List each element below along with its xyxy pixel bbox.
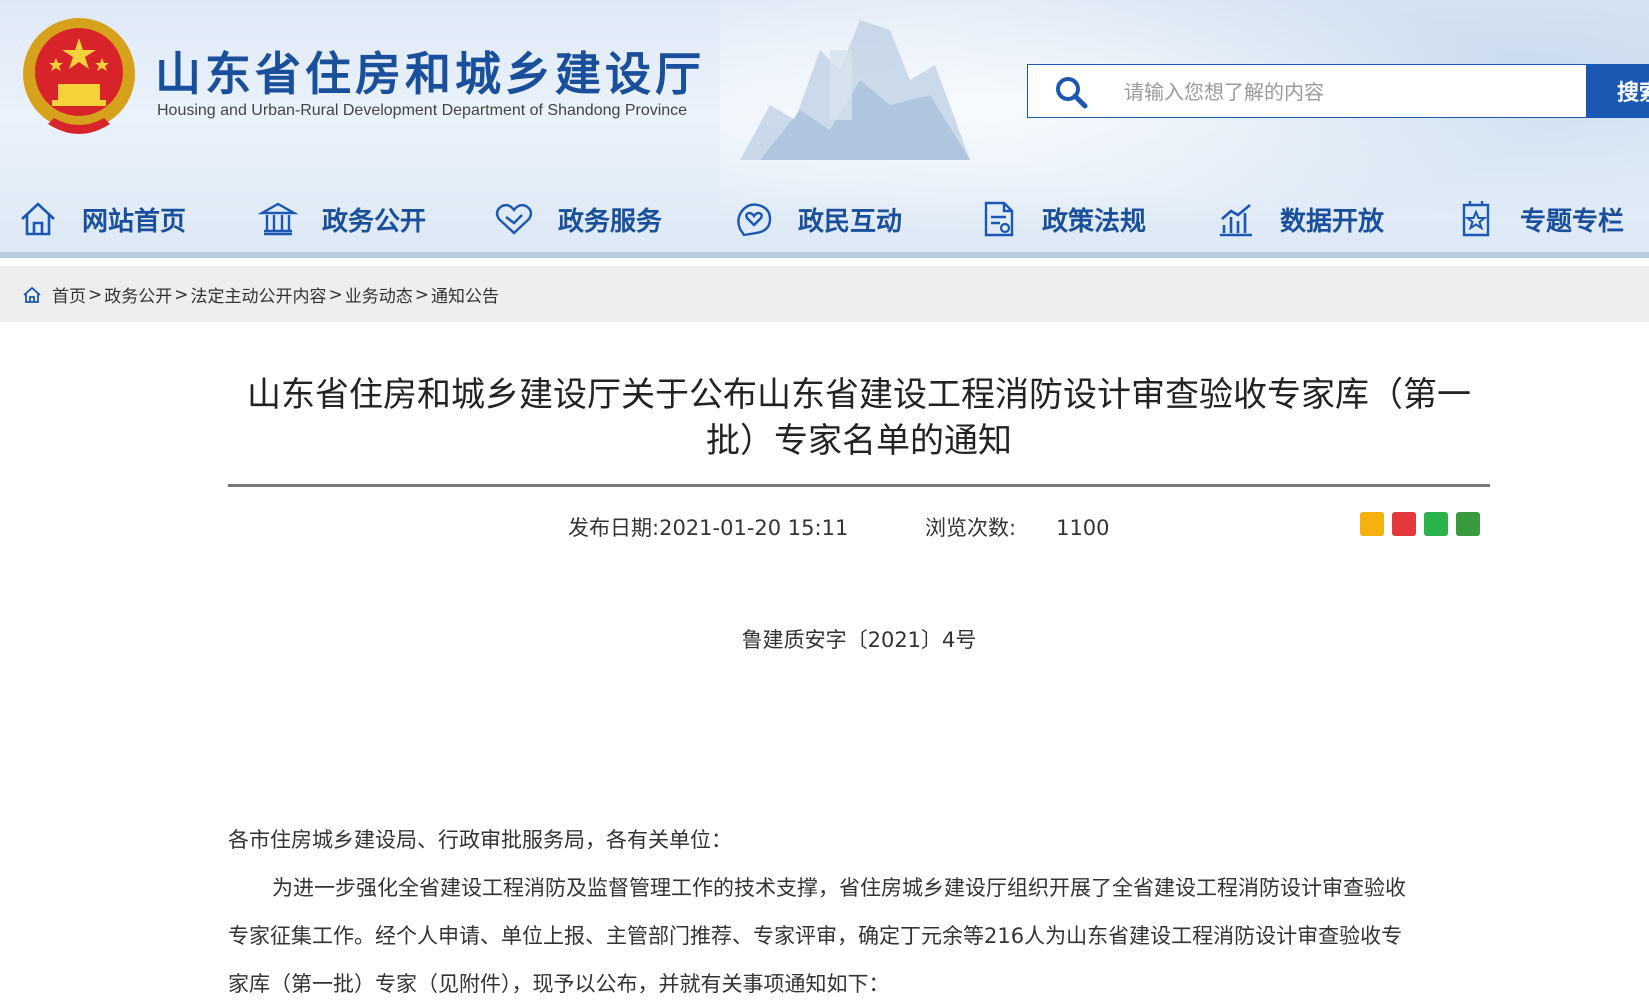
document-number: 鲁建质安字〔2021〕4号 <box>741 628 977 652</box>
nav-label: 政务公开 <box>322 206 427 237</box>
nav-label: 网站首页 <box>82 206 187 237</box>
share-bar <box>1360 512 1480 536</box>
qzone-icon[interactable] <box>1360 512 1384 536</box>
search-box <box>1027 64 1587 118</box>
breadcrumb-open-affairs[interactable]: 政务公开 <box>104 282 172 307</box>
search-input[interactable] <box>1122 75 1566 109</box>
view-count: 浏览次数: 1100 <box>925 512 1110 542</box>
body-paragraph-line: 家库（第一批）专家（见附件），现予以公布，并就有关事项通知如下： <box>228 972 890 996</box>
douban-icon[interactable] <box>1456 512 1480 536</box>
nav-item-policy[interactable]: 政策法规 <box>978 184 1146 254</box>
document-icon <box>984 201 1014 237</box>
nav-item-home[interactable]: 网站首页 <box>18 184 186 254</box>
mountain-illustration <box>740 20 970 160</box>
chart-icon <box>1220 204 1252 237</box>
search-icon[interactable] <box>1054 75 1088 109</box>
body-paragraph-line: 专家征集工作。经个人申请、单位上报、主管部门推荐、专家评审，确定丁元余等216人… <box>228 924 1403 948</box>
breadcrumb-separator: > <box>174 284 189 305</box>
nav-label: 数据开放 <box>1280 206 1385 237</box>
body-paragraph-line: 为进一步强化全省建设工程消防及监督管理工作的技术支撑，省住房城乡建设厅组织开展了… <box>272 876 1406 900</box>
nav-label: 政策法规 <box>1042 206 1147 237</box>
wechat-icon[interactable] <box>1424 512 1448 536</box>
chat-heart-icon <box>737 203 772 237</box>
publish-date-value: 2021-01-20 15:11 <box>659 516 849 540</box>
breadcrumb-separator: > <box>414 284 429 305</box>
salutation: 各市住房城乡建设局、行政审批服务局，各有关单位： <box>228 828 732 852</box>
article-title: 山东省住房和城乡建设厅关于公布山东省建设工程消防设计审查验收专家库（第一批）专家… <box>247 375 1471 461</box>
views-label: 浏览次数: <box>925 516 1017 540</box>
breadcrumb-notices[interactable]: 通知公告 <box>431 282 499 307</box>
breadcrumb-separator: > <box>88 284 103 305</box>
site-header: 山东省住房和城乡建设厅 Housing and Urban-Rural Deve… <box>0 0 1649 258</box>
nav-item-open-affairs[interactable]: 政务公开 <box>258 184 426 254</box>
home-icon <box>21 202 55 236</box>
search-button[interactable]: 搜索 <box>1587 64 1649 118</box>
nav-label: 政务服务 <box>558 206 663 237</box>
nav-item-special[interactable]: 专题专栏 <box>1456 184 1624 254</box>
national-emblem-icon <box>23 18 135 134</box>
handshake-icon <box>495 203 533 235</box>
publish-label: 发布日期: <box>568 516 660 540</box>
breadcrumb-home[interactable]: 首页 <box>52 282 86 307</box>
bookmark-icon <box>1462 201 1490 237</box>
nav-item-open-data[interactable]: 数据开放 <box>1216 184 1384 254</box>
nav-item-interaction[interactable]: 政民互动 <box>734 184 902 254</box>
breadcrumb-business-news[interactable]: 业务动态 <box>345 282 413 307</box>
publish-date: 发布日期:2021-01-20 15:11 <box>568 512 848 542</box>
main-nav: 网站首页 政务公开 政务服务 政民互动 政策法规 数据开放 专题专栏 <box>0 184 1649 254</box>
breadcrumb-bar: 首页 > 政务公开 > 法定主动公开内容 > 业务动态 > 通知公告 <box>0 266 1649 322</box>
title-divider <box>228 484 1490 487</box>
breadcrumb: 首页 > 政务公开 > 法定主动公开内容 > 业务动态 > 通知公告 <box>22 282 499 307</box>
breadcrumb-separator: > <box>328 284 343 305</box>
home-icon <box>23 286 41 303</box>
views-value: 1100 <box>1056 516 1110 540</box>
nav-label: 政民互动 <box>798 206 903 237</box>
weibo-icon[interactable] <box>1392 512 1416 536</box>
nav-label: 专题专栏 <box>1520 206 1625 237</box>
building-icon <box>258 202 298 236</box>
nav-underline <box>0 252 1649 258</box>
nav-item-services[interactable]: 政务服务 <box>494 184 662 254</box>
site-subtitle: Housing and Urban-Rural Development Depa… <box>157 102 688 119</box>
site-title: 山东省住房和城乡建设厅 <box>155 47 705 101</box>
breadcrumb-statutory-content[interactable]: 法定主动公开内容 <box>191 282 327 307</box>
